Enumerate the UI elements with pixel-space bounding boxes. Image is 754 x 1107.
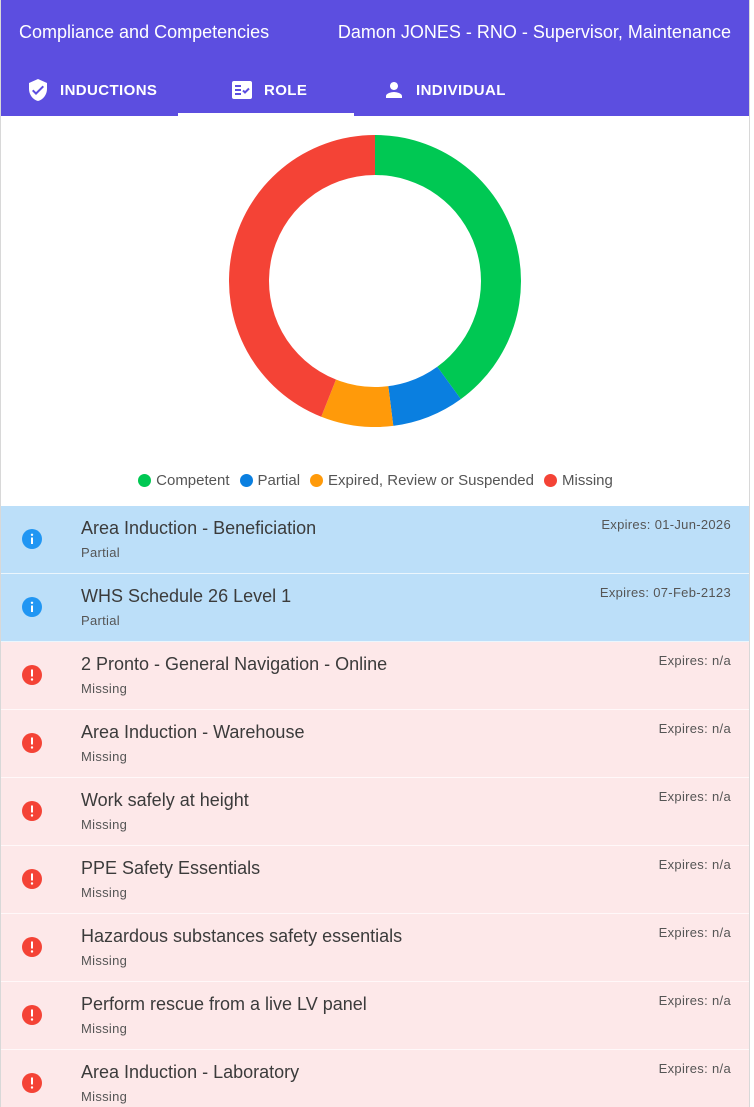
alert-icon — [21, 800, 43, 822]
item-name: PPE Safety Essentials — [81, 858, 261, 878]
item-status: Missing — [81, 817, 128, 832]
alert-icon — [21, 868, 43, 890]
list-item[interactable]: 2 Pronto - General Navigation - Online Mi… — [1, 642, 749, 710]
donut-slice-competent[interactable] — [375, 135, 521, 400]
legend-dot — [544, 474, 557, 487]
item-name: 2 Pronto - General Navigation - Online — [81, 654, 388, 674]
expiry-label: Expires: — [658, 721, 709, 736]
tab-individual[interactable]: INDIVIDUAL — [382, 64, 506, 116]
legend-dot — [138, 474, 152, 487]
checklist-icon — [230, 78, 254, 102]
expiry-value: n/a — [712, 653, 731, 668]
list-item[interactable]: Hazardous substances safety essentials Mi… — [1, 914, 749, 982]
list-item[interactable]: Perform rescue from a live LV panel Missi… — [1, 982, 749, 1050]
page-title: Compliance and Competencies — [19, 22, 270, 42]
expiry-label: Expires: — [658, 1061, 709, 1076]
expiry-value: n/a — [712, 1061, 731, 1076]
legend-dot — [239, 474, 253, 487]
expiry-value: n/a — [712, 925, 731, 940]
user-info: Damon JONES - RNO - Supervisor, Maintena… — [337, 22, 731, 42]
alert-icon — [21, 1072, 43, 1094]
item-name: Area Induction - Laboratory — [81, 1062, 300, 1082]
donut-slice-missing[interactable] — [229, 135, 375, 417]
item-status: Missing — [81, 749, 128, 764]
item-name: WHS Schedule 26 Level 1 — [81, 586, 292, 606]
tab-role[interactable]: ROLE — [230, 64, 307, 116]
tab-bar: INDUCTIONS ROLE INDIVIDUAL — [1, 64, 749, 116]
legend-label: Partial — [257, 472, 301, 489]
tab-label: INDIVIDUAL — [416, 81, 506, 99]
item-expiry: Expires: 07-Feb-2123 — [600, 585, 731, 600]
expiry-label: Expires: — [658, 925, 709, 940]
competency-list: Area Induction - Beneficiation Partial Exp… — [1, 506, 749, 1107]
item-name: Work safely at height — [81, 790, 249, 810]
info-icon — [21, 528, 43, 550]
chart-legend: Competent Partial Expired, Review or Suspe… — [1, 472, 749, 489]
tab-inductions[interactable]: INDUCTIONS — [26, 64, 157, 116]
item-status: Missing — [81, 681, 128, 696]
expiry-value: 01-Jun-2026 — [654, 517, 731, 532]
alert-icon — [21, 936, 43, 958]
expiry-value: 07-Feb-2123 — [653, 585, 731, 600]
item-status: Missing — [81, 1089, 128, 1104]
list-item[interactable]: WHS Schedule 26 Level 1 Partial Expires: 07… — [1, 574, 749, 642]
legend-item[interactable]: Missing — [544, 472, 613, 489]
alert-icon — [21, 664, 43, 686]
item-expiry: Expires: n/a — [659, 857, 731, 872]
expiry-value: n/a — [712, 721, 731, 736]
app-frame: Compliance and Competencies Damon JONES … — [0, 0, 750, 1107]
expiry-value: n/a — [712, 789, 731, 804]
person-icon — [382, 78, 406, 102]
expiry-label: Expires: — [658, 857, 709, 872]
list-item[interactable]: Area Induction - Beneficiation Partial Exp… — [1, 506, 749, 574]
expiry-label: Expires: — [599, 585, 650, 600]
expiry-label: Expires: — [658, 653, 709, 668]
item-status: Missing — [81, 1021, 128, 1036]
list-item[interactable]: PPE Safety Essentials Missing Expires: n/a — [1, 846, 749, 914]
legend-label: Competent — [156, 472, 230, 489]
legend-label: Expired, Review or Suspended — [328, 472, 534, 489]
item-expiry: Expires: 01-Jun-2026 — [601, 517, 731, 532]
app-header: Compliance and Competencies Damon JONES … — [1, 0, 749, 116]
list-item[interactable]: Area Induction - Laboratory Missing Expire… — [1, 1050, 749, 1107]
shield-check-icon — [26, 78, 50, 102]
list-item[interactable]: Work safely at height Missing Expires: n/a — [1, 778, 749, 846]
item-status: Missing — [81, 885, 128, 900]
legend-label: Missing — [562, 472, 613, 489]
expiry-value: n/a — [712, 993, 731, 1008]
legend-dot — [310, 474, 324, 487]
item-name: Perform rescue from a live LV panel — [81, 994, 367, 1014]
item-expiry: Expires: n/a — [659, 653, 731, 668]
item-status: Partial — [81, 545, 120, 560]
legend-item[interactable]: Expired, Review or Suspended — [310, 472, 534, 489]
item-name: Area Induction - Warehouse — [81, 722, 305, 742]
item-name: Area Induction - Beneficiation — [81, 518, 317, 538]
item-status: Missing — [81, 953, 128, 968]
item-status: Partial — [81, 613, 120, 628]
item-name: Hazardous substances safety essentials — [81, 926, 403, 946]
item-expiry: Expires: n/a — [659, 1061, 731, 1076]
legend-item[interactable]: Partial — [239, 472, 301, 489]
expiry-label: Expires: — [658, 993, 709, 1008]
item-expiry: Expires: n/a — [659, 789, 731, 804]
alert-icon — [21, 732, 43, 754]
alert-icon — [21, 1004, 43, 1026]
expiry-value: n/a — [712, 857, 731, 872]
item-expiry: Expires: n/a — [659, 721, 731, 736]
info-icon — [21, 596, 43, 618]
tab-label: INDUCTIONS — [60, 81, 158, 99]
item-expiry: Expires: n/a — [659, 993, 731, 1008]
item-expiry: Expires: n/a — [659, 925, 731, 940]
expiry-label: Expires: — [601, 517, 651, 532]
donut-chart — [229, 135, 521, 427]
legend-item[interactable]: Competent — [138, 472, 230, 489]
list-item[interactable]: Area Induction - Warehouse Missing Expires… — [1, 710, 749, 778]
compliance-chart: Competent Partial Expired, Review or Suspe… — [1, 116, 749, 506]
tab-label: ROLE — [264, 81, 308, 99]
expiry-label: Expires: — [658, 789, 709, 804]
